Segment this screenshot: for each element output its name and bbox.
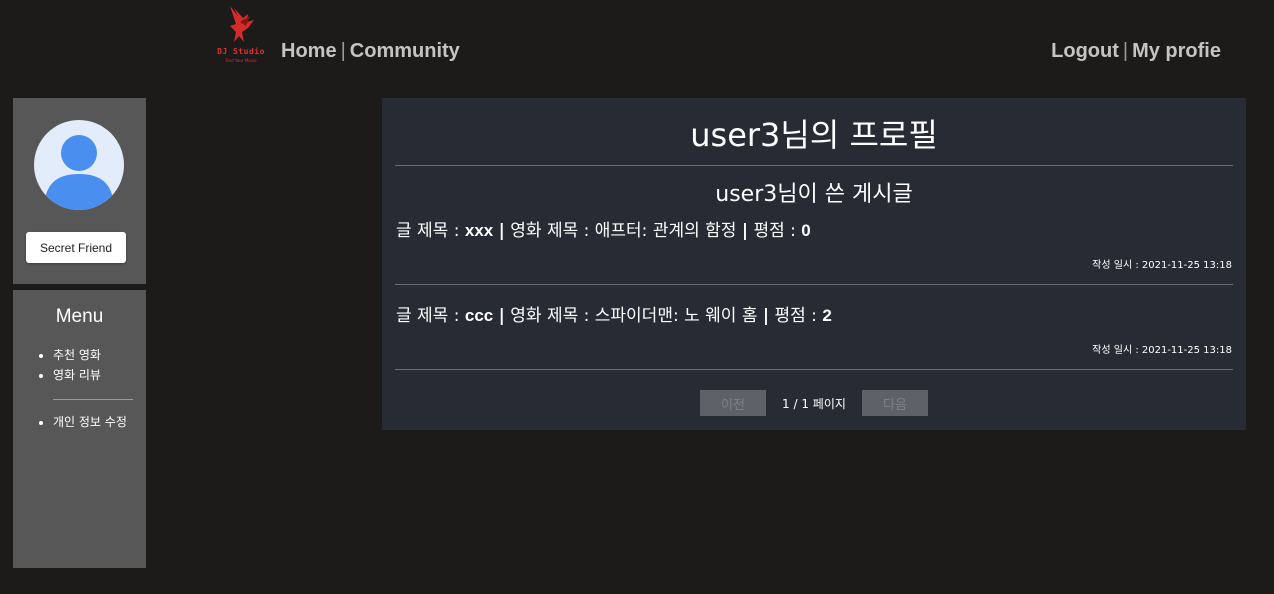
menu-item-edit-profile[interactable]: 개인 정보 수정 [53,412,153,432]
user-nav: Logout | My profie [1051,40,1221,63]
post-date: 작성 일시 : 2021-11-25 13:18 [1092,260,1232,271]
nav-separator: | [340,40,346,62]
post-title-label: 글 제목 : [396,306,465,326]
next-page-button[interactable]: 다음 [862,390,928,416]
sidebar-profile-card: Secret Friend [13,98,146,284]
divider [395,369,1233,370]
page-indicator: 1 / 1 페이지 [782,396,846,411]
post-rating: 0 [801,221,811,240]
nav-logout-link[interactable]: Logout [1051,40,1119,62]
post-rating: 2 [822,306,832,325]
menu-list: 추천 영화 영화 리뷰 [33,345,153,385]
page-title: user3님의 프로필 [690,116,938,154]
section-title: user3님이 쓴 게시글 [715,182,913,207]
nav-home-link[interactable]: Home [281,40,337,62]
dj-studio-logo[interactable]: DJ Studio Find Your Movie [216,2,266,68]
post-movie-title: 영화 제목 : 애프터: 관계의 함정 [504,221,742,241]
menu-item-recommended-movies[interactable]: 추천 영화 [53,345,153,365]
menu-title: Menu [55,306,104,327]
bird-logo-icon [230,6,254,42]
post-movie-title: 영화 제목 : 스파이더맨: 노 웨이 홈 [504,306,763,326]
divider [395,165,1233,166]
logo-brand-text: DJ Studio [217,47,265,56]
menu-item-movie-reviews[interactable]: 영화 리뷰 [53,365,153,385]
nav-community-link[interactable]: Community [350,40,460,62]
post-item[interactable]: 글 제목 : xxx | 영화 제목 : 애프터: 관계의 함정 | 평점 : … [396,216,1232,241]
user-avatar-icon [34,120,124,210]
sidebar-menu: Menu 추천 영화 영화 리뷰 개인 정보 수정 [13,290,146,568]
post-date: 작성 일시 : 2021-11-25 13:18 [1092,345,1232,356]
post-rating-label: 평점 : [769,306,823,326]
post-item[interactable]: 글 제목 : ccc | 영화 제목 : 스파이더맨: 노 웨이 홈 | 평점 … [396,301,1232,326]
logo-tagline: Find Your Movie [225,58,257,63]
menu-list-account: 개인 정보 수정 [33,412,153,432]
prev-page-button[interactable]: 이전 [700,390,766,416]
nav-my-profile-link[interactable]: My profie [1132,40,1221,62]
secret-friend-button[interactable]: Secret Friend [26,232,126,263]
profile-panel: user3님의 프로필 user3님이 쓴 게시글 글 제목 : xxx | 영… [382,98,1246,430]
post-title-label: 글 제목 : [396,221,465,241]
main-nav: Home | Community [281,40,460,63]
menu-divider [53,399,133,400]
nav-separator: | [1122,40,1129,62]
post-title: xxx [464,221,494,240]
post-title: ccc [464,306,494,325]
divider [395,284,1233,285]
pagination: 이전 1 / 1 페이지 다음 [700,390,928,416]
post-rating-label: 평점 : [748,221,802,241]
